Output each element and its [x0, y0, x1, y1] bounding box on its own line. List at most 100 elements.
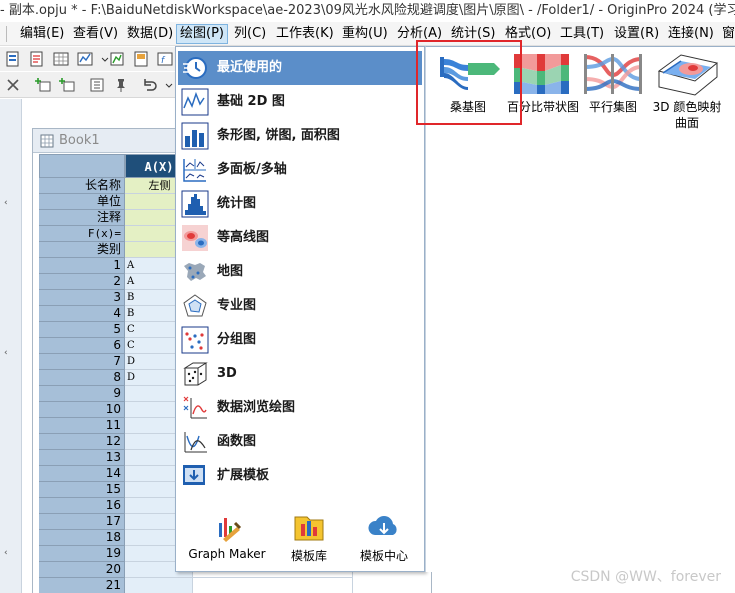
plot-menu-function[interactable]: 函数图: [178, 425, 422, 459]
row-number[interactable]: 16: [39, 498, 125, 514]
undo-icon[interactable]: [140, 76, 158, 94]
row-header-label[interactable]: 注释: [39, 210, 125, 226]
plot-menu-grouped[interactable]: 分组图: [178, 323, 422, 357]
data-cell-b[interactable]: [193, 578, 353, 593]
grid-corner[interactable]: [39, 154, 125, 178]
menu-edit[interactable]: 编辑(E): [17, 24, 67, 44]
plot-menu-specialized[interactable]: 专业图: [178, 289, 422, 323]
clock-icon: [181, 54, 209, 82]
project-explorer-strip[interactable]: ‹ ‹ ‹: [0, 99, 22, 593]
menu-restructure[interactable]: 重构(U): [339, 24, 391, 44]
collapse-marker-icon[interactable]: ‹: [4, 199, 12, 208]
new-project-icon[interactable]: [4, 50, 22, 68]
row-number[interactable]: 7: [39, 354, 125, 370]
row-header-label[interactable]: F(x)=: [39, 226, 125, 242]
menu-data[interactable]: 数据(D): [124, 24, 176, 44]
group-plot-icon: [181, 326, 209, 354]
row-number[interactable]: 8: [39, 370, 125, 386]
mask-icon[interactable]: [4, 76, 22, 94]
menu-plot[interactable]: 绘图(P): [176, 24, 228, 44]
row-number[interactable]: 10: [39, 402, 125, 418]
plot-menu-extend-template[interactable]: 扩展模板: [178, 459, 422, 493]
add-column-icon[interactable]: [34, 76, 52, 94]
row-number[interactable]: 19: [39, 546, 125, 562]
menu-window[interactable]: 窗: [719, 24, 735, 44]
workbook-icon: [40, 134, 54, 148]
row-number[interactable]: 9: [39, 386, 125, 402]
contour-icon: [181, 224, 209, 252]
plot-menu-3d[interactable]: 3D: [178, 357, 422, 391]
add-row-icon[interactable]: [58, 76, 76, 94]
plot-menu-label: 分组图: [217, 332, 257, 347]
menu-column[interactable]: 列(C): [231, 24, 269, 44]
menu-worksheet[interactable]: 工作表(K): [273, 24, 337, 44]
graph-maker-button[interactable]: Graph Maker: [182, 509, 272, 561]
collapse-marker-icon[interactable]: ‹: [4, 349, 12, 358]
menu-tools[interactable]: 工具(T): [557, 24, 607, 44]
menu-connect[interactable]: 连接(N): [665, 24, 717, 44]
row-number[interactable]: 3: [39, 290, 125, 306]
plot-menu-contour[interactable]: 等高线图: [178, 221, 422, 255]
collapse-marker-icon[interactable]: ‹: [4, 549, 12, 558]
undo-dropdown-icon[interactable]: [160, 76, 173, 94]
new-workbook-icon[interactable]: [52, 50, 70, 68]
worksheet-toolbar: [0, 72, 178, 98]
row-header-label[interactable]: 单位: [39, 194, 125, 210]
menubar-separator: [6, 26, 7, 42]
radar-icon: [181, 292, 209, 320]
plot-menu-data-explore[interactable]: 数据浏览绘图: [178, 391, 422, 425]
template-library-button[interactable]: 模板库: [282, 509, 336, 564]
row-number[interactable]: 15: [39, 482, 125, 498]
row-number[interactable]: 13: [39, 450, 125, 466]
data-cell-a[interactable]: [125, 578, 193, 593]
row-number[interactable]: 4: [39, 306, 125, 322]
row-number[interactable]: 18: [39, 530, 125, 546]
plot-menu-statistics[interactable]: 统计图: [178, 187, 422, 221]
row-number[interactable]: 2: [39, 274, 125, 290]
row-number[interactable]: 5: [39, 322, 125, 338]
row-number[interactable]: 17: [39, 514, 125, 530]
gallery-parallel-sets[interactable]: 平行集图: [576, 51, 650, 115]
menu-settings[interactable]: 设置(R): [611, 24, 662, 44]
plot-menu-basic-2d[interactable]: 基础 2D 图: [178, 85, 422, 119]
plot-menu-label: 统计图: [217, 196, 257, 211]
plot-menu-bar-pie-area[interactable]: 条形图, 饼图, 面积图: [178, 119, 422, 153]
extend-template-icon: [181, 462, 209, 490]
row-number[interactable]: 11: [39, 418, 125, 434]
gallery-label: 3D 颜色映射曲面: [652, 100, 722, 130]
plot-menu-label: 最近使用的: [217, 60, 283, 75]
plot-menu-recent[interactable]: 最近使用的: [178, 51, 422, 85]
map-icon: [181, 258, 209, 286]
menu-view[interactable]: 查看(V): [70, 24, 121, 44]
plot-menu-label: 专业图: [217, 298, 257, 313]
pin-icon[interactable]: [112, 76, 130, 94]
template-library-icon: [294, 516, 324, 541]
gallery-label: 平行集图: [588, 100, 637, 114]
plot-menu-multi-panel[interactable]: 多面板/多轴: [178, 153, 422, 187]
histogram-icon: [181, 190, 209, 218]
bar-chart-icon: [181, 122, 209, 150]
window-title: - 副本.opju * - F:\BaiduNetdiskWorkspace\a…: [0, 0, 735, 22]
function-plot-icon: [181, 428, 209, 456]
row-number[interactable]: 21: [39, 578, 125, 593]
new-matrix-icon[interactable]: [108, 50, 126, 68]
template-center-button[interactable]: 模板中心: [348, 509, 420, 564]
row-header-label[interactable]: 类别: [39, 242, 125, 258]
dropdown-arrow-icon[interactable]: [96, 50, 109, 68]
template-library-label: 模板库: [290, 549, 327, 563]
colormap-surface-icon: [657, 54, 719, 96]
new-function-icon[interactable]: f: [156, 50, 174, 68]
row-number[interactable]: 1: [39, 258, 125, 274]
new-notes-icon[interactable]: [28, 50, 46, 68]
row-number[interactable]: 12: [39, 434, 125, 450]
gallery-colormap-surface[interactable]: 3D 颜色映射曲面: [650, 51, 724, 131]
plot-menu-map[interactable]: 地图: [178, 255, 422, 289]
plot-menu-label: 函数图: [217, 434, 257, 449]
sort-icon[interactable]: [88, 76, 106, 94]
row-number[interactable]: 6: [39, 338, 125, 354]
row-header-label[interactable]: 长名称: [39, 178, 125, 194]
new-graph-icon[interactable]: [76, 50, 94, 68]
row-number[interactable]: 20: [39, 562, 125, 578]
new-layout-icon[interactable]: [132, 50, 150, 68]
row-number[interactable]: 14: [39, 466, 125, 482]
